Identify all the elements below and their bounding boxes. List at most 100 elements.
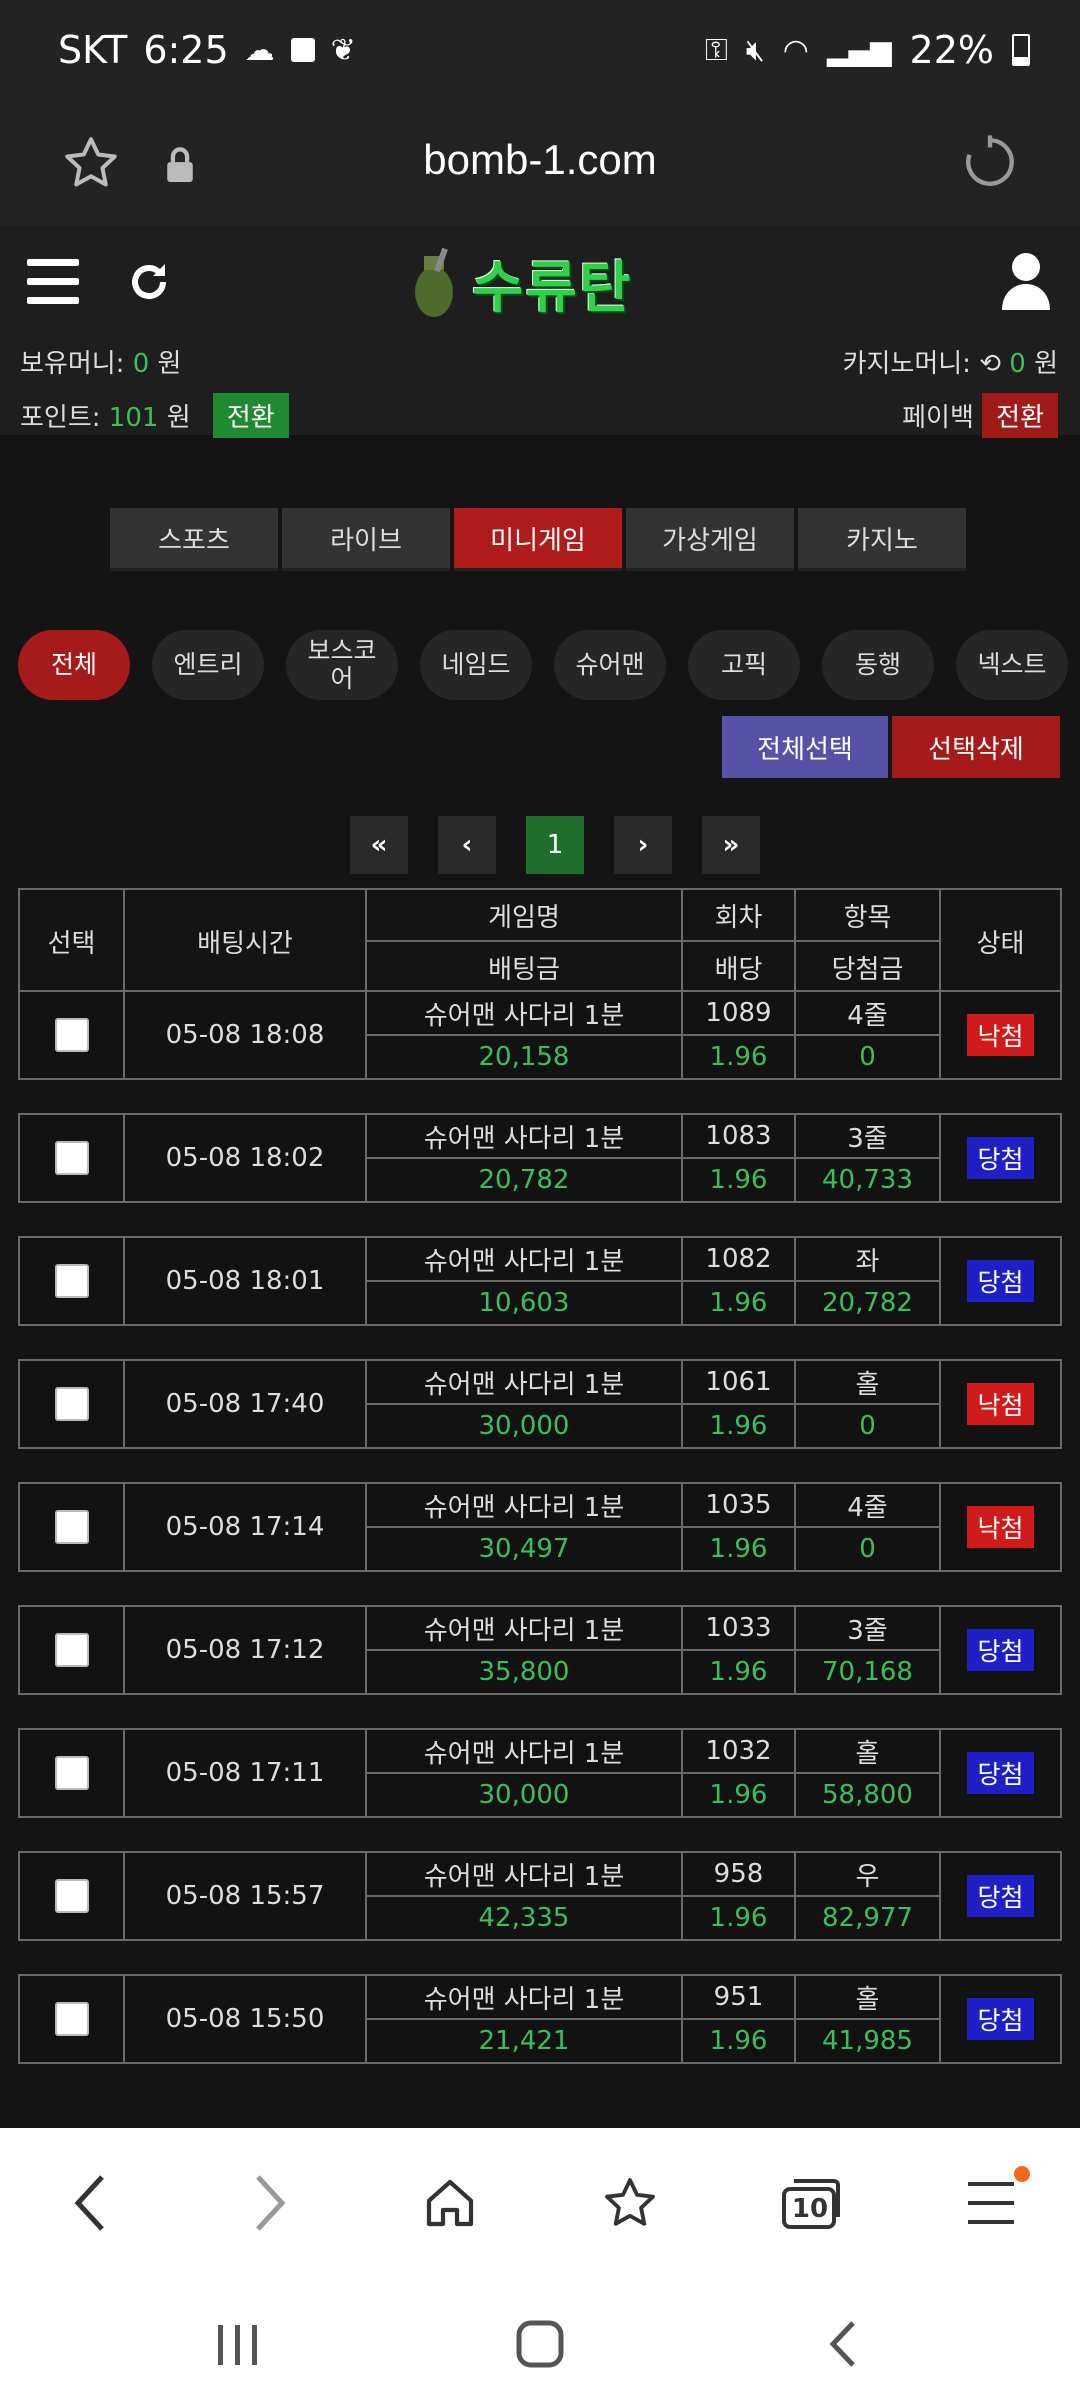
reload-icon[interactable] <box>960 132 1020 192</box>
prev-page-button[interactable]: ‹ <box>438 816 496 874</box>
row-checkbox[interactable] <box>54 2002 89 2036</box>
delete-selected-button[interactable]: 선택삭제 <box>892 716 1060 778</box>
system-back-icon[interactable] <box>810 2314 874 2374</box>
row-select-cell <box>18 1482 125 1572</box>
row-round: 958 <box>681 1851 796 1897</box>
row-select-cell <box>18 1728 125 1818</box>
row-time: 05-08 18:01 <box>123 1236 367 1326</box>
tab-2[interactable]: 미니게임 <box>454 508 622 571</box>
row-payout: 40,733 <box>794 1157 941 1203</box>
row-checkbox[interactable] <box>54 1141 89 1175</box>
row-time: 05-08 17:40 <box>123 1359 367 1449</box>
row-checkbox[interactable] <box>54 1387 89 1421</box>
first-page-button[interactable]: « <box>350 816 408 874</box>
row-payout: 0 <box>794 1034 941 1080</box>
last-page-button[interactable]: » <box>702 816 760 874</box>
page-number-current[interactable]: 1 <box>526 816 584 874</box>
row-game: 슈어맨 사다리 1분 <box>365 1728 683 1774</box>
row-select-cell <box>18 1236 125 1326</box>
status-badge: 당첨 <box>967 1752 1034 1794</box>
filter-chip-7[interactable]: 넥스트 <box>956 630 1068 700</box>
row-amount: 20,158 <box>365 1034 683 1080</box>
status-badge: 당첨 <box>967 1137 1034 1179</box>
tabs-icon[interactable]: 10 <box>778 2168 844 2238</box>
row-round: 1033 <box>681 1605 796 1651</box>
filter-chip-2[interactable]: 보스코 어 <box>286 630 398 700</box>
row-checkbox[interactable] <box>54 1018 89 1052</box>
site-header: 수류탄 보유머니: 0 원 카지노머니: ⟲ 0 원 포인트: 101 원 전환… <box>0 225 1080 438</box>
row-item: 3줄 <box>794 1113 941 1159</box>
points-convert-button[interactable]: 전환 <box>212 393 289 438</box>
user-icon[interactable] <box>998 249 1054 313</box>
checkbox-notification-icon <box>290 38 315 62</box>
url-text[interactable]: bomb-1.com <box>0 136 1080 184</box>
casino-money-label: 카지노머니: <box>842 349 971 379</box>
tab-1[interactable]: 라이브 <box>282 508 450 571</box>
row-round: 1083 <box>681 1113 796 1159</box>
filter-chip-3[interactable]: 네임드 <box>420 630 532 700</box>
row-checkbox[interactable] <box>54 1510 89 1544</box>
row-checkbox[interactable] <box>54 1264 89 1298</box>
points-unit: 원 <box>166 403 191 433</box>
wifi-icon: ◠ <box>782 32 809 68</box>
payback-convert-button[interactable]: 전환 <box>982 393 1058 438</box>
bet-history-header: 선택 배팅시간 게임명 회차 항목 상태 배팅금 배당 당첨금 <box>18 888 1062 994</box>
hold-money-label: 보유머니: <box>20 349 125 379</box>
table-row: 05-08 17:40 슈어맨 사다리 1분 1061 홀 낙첨 30,000 1.96 0 <box>18 1359 1062 1449</box>
leaf-icon: ❦ <box>330 32 356 68</box>
hamburger-menu-icon[interactable] <box>26 255 80 309</box>
row-time: 05-08 18:08 <box>123 990 367 1080</box>
row-time: 05-08 17:14 <box>123 1482 367 1572</box>
casino-refresh-icon[interactable]: ⟲ <box>979 349 1001 379</box>
status-badge: 당첨 <box>967 1629 1034 1671</box>
site-logo[interactable]: 수류탄 <box>410 243 670 323</box>
row-odds: 1.96 <box>681 1157 796 1203</box>
tab-4[interactable]: 카지노 <box>798 508 966 571</box>
status-badge: 낙첨 <box>967 1383 1034 1425</box>
row-game: 슈어맨 사다리 1분 <box>365 1359 683 1405</box>
row-checkbox[interactable] <box>54 1756 89 1790</box>
row-game: 슈어맨 사다리 1분 <box>365 1974 683 2020</box>
row-odds: 1.96 <box>681 1034 796 1080</box>
row-time: 05-08 17:12 <box>123 1605 367 1695</box>
tab-0[interactable]: 스포츠 <box>110 508 278 571</box>
status-badge: 낙첨 <box>967 1014 1034 1056</box>
row-amount: 20,782 <box>365 1157 683 1203</box>
select-all-button[interactable]: 전체선택 <box>722 716 888 778</box>
filter-chip-0[interactable]: 전체 <box>18 630 130 700</box>
bookmarks-icon[interactable] <box>598 2168 662 2238</box>
home-button-icon[interactable] <box>508 2314 572 2374</box>
row-amount: 35,800 <box>365 1649 683 1695</box>
row-checkbox[interactable] <box>54 1633 89 1667</box>
row-select-cell <box>18 1113 125 1203</box>
refresh-icon[interactable] <box>122 255 176 309</box>
row-payout: 0 <box>794 1526 941 1572</box>
row-status-cell: 당첨 <box>939 1113 1062 1203</box>
hold-money-unit: 원 <box>157 349 182 379</box>
home-icon[interactable] <box>418 2168 482 2238</box>
table-row: 05-08 18:01 슈어맨 사다리 1분 1082 좌 당첨 10,603 1.96 20… <box>18 1236 1062 1326</box>
table-row: 05-08 18:08 슈어맨 사다리 1분 1089 4줄 낙첨 20,158 1.96 0 <box>18 990 1062 1080</box>
filter-chip-4[interactable]: 슈어맨 <box>554 630 666 700</box>
row-status-cell: 당첨 <box>939 1728 1062 1818</box>
status-bar: SKT 6:25 ☁ ❦ ⚿ 🔇︎ ◠ ▂▄▆ 22% <box>0 0 1080 110</box>
row-status-cell: 당첨 <box>939 1851 1062 1941</box>
row-odds: 1.96 <box>681 1772 796 1818</box>
table-row: 05-08 15:57 슈어맨 사다리 1분 958 우 당첨 42,335 1.96 82,… <box>18 1851 1062 1941</box>
menu-icon[interactable] <box>960 2166 1030 2238</box>
row-odds: 1.96 <box>681 1403 796 1449</box>
row-game: 슈어맨 사다리 1분 <box>365 1113 683 1159</box>
filter-chip-6[interactable]: 동행 <box>822 630 934 700</box>
status-badge: 낙첨 <box>967 1506 1034 1548</box>
row-payout: 0 <box>794 1403 941 1449</box>
row-odds: 1.96 <box>681 1895 796 1941</box>
next-page-button[interactable]: › <box>614 816 672 874</box>
row-checkbox[interactable] <box>54 1879 89 1913</box>
filter-chip-1[interactable]: 엔트리 <box>152 630 264 700</box>
forward-icon[interactable] <box>240 2168 300 2238</box>
filter-chip-5[interactable]: 고픽 <box>688 630 800 700</box>
tab-3[interactable]: 가상게임 <box>626 508 794 571</box>
col-amount: 배팅금 <box>365 940 683 994</box>
recent-apps-icon[interactable] <box>206 2318 270 2372</box>
back-icon[interactable] <box>60 2168 120 2238</box>
